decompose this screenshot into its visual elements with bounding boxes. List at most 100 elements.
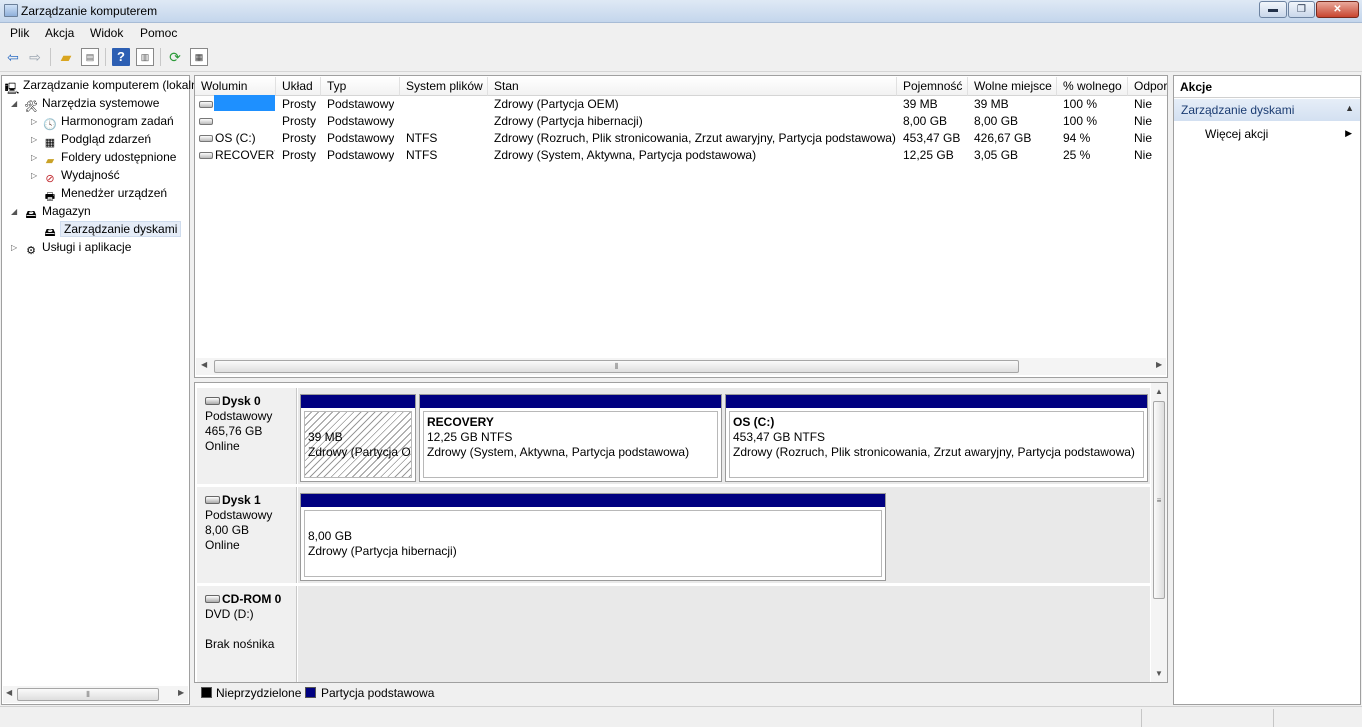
cell-status: Zdrowy (System, Aktywna, Partycja podsta… (494, 148, 757, 162)
scroll-down-icon[interactable]: ▼ (1155, 669, 1163, 678)
close-button[interactable]: ✕ (1316, 1, 1359, 18)
partition-size: 12,25 GB NTFS (427, 430, 513, 444)
menu-file[interactable]: Plik (10, 26, 29, 40)
tree-item-task-scheduler[interactable]: 🕓 Harmonogram zadań (42, 113, 174, 131)
cell-status: Zdrowy (Partycja hibernacji) (494, 114, 643, 128)
cell-filesystem: NTFS (406, 131, 438, 145)
clock-icon: 🕓 (43, 119, 57, 131)
disk-0-header[interactable]: Dysk 0 Podstawowy 465,76 GB Online (197, 388, 297, 484)
hard-disk-icon (205, 496, 220, 504)
volume-icon (199, 152, 213, 159)
table-row[interactable]: OS (C:) (199, 130, 275, 147)
partition-status: Zdrowy (System, Aktywna, Partycja podsta… (427, 445, 690, 459)
scrollbar-thumb[interactable]: ⦀ (17, 688, 159, 701)
partition-oem[interactable]: 39 MB Zdrowy (Partycja OEM) (300, 394, 416, 482)
disk-name: Dysk 1 (222, 493, 261, 507)
column-header-layout[interactable]: Układ (276, 77, 321, 96)
refresh-icon[interactable]: ⟳ (166, 48, 184, 66)
tree-item-storage[interactable]: 🖴 Magazyn (23, 203, 90, 221)
disk-size (205, 622, 296, 637)
tree-item-disk-management[interactable]: 🖴 Zarządzanie dyskami (42, 221, 182, 239)
disk-state: Brak nośnika (205, 637, 275, 651)
scroll-left-icon[interactable]: ◀ (201, 360, 207, 369)
toolbar-separator (50, 48, 51, 66)
toolbar: ⇦ ⇨ ▰ ▤ ? ▥ ⟳ ▦ (0, 43, 1362, 72)
collapse-up-icon[interactable]: ▲ (1345, 103, 1354, 113)
expand-arrow-icon[interactable]: ▷ (11, 243, 17, 252)
expand-arrow-icon[interactable]: ▷ (31, 117, 37, 126)
disk-view-vertical-scrollbar[interactable]: ▲ ≡ ▼ (1151, 383, 1167, 682)
table-row[interactable] (199, 113, 275, 130)
computer-management-icon (4, 4, 18, 17)
tree-item-event-viewer[interactable]: ▦ Podgląd zdarzeń (42, 131, 151, 149)
properties-icon[interactable]: ▦ (190, 48, 208, 66)
disk-state: Online (205, 439, 240, 453)
submenu-arrow-icon: ▶ (1345, 128, 1352, 138)
expand-arrow-icon[interactable]: ▷ (31, 135, 37, 144)
volume-icon (199, 101, 213, 108)
forward-arrow-icon[interactable]: ⇨ (26, 48, 44, 66)
up-folder-icon[interactable]: ▰ (57, 48, 75, 66)
scrollbar-thumb[interactable]: ⦀ (214, 360, 1019, 373)
expand-arrow-icon[interactable]: ▷ (31, 171, 37, 180)
tree-item-performance[interactable]: ⊘ Wydajność (42, 167, 119, 185)
tree-item-services-apps[interactable]: ⚙ Usługi i aplikacje (23, 239, 131, 257)
show-hide-tree-icon[interactable]: ▤ (81, 48, 99, 66)
column-header-capacity[interactable]: Pojemność (897, 77, 968, 96)
more-actions-item[interactable]: Więcej akcji ▶ (1174, 124, 1360, 144)
restore-button[interactable]: ❐ (1288, 1, 1315, 18)
performance-icon: ⊘ (45, 173, 55, 185)
cdrom-0-area (298, 586, 1150, 682)
cell-layout: Prosty (282, 131, 317, 145)
menu-help[interactable]: Pomoc (140, 26, 177, 40)
partition-details: OS (C:) 453,47 GB NTFS Zdrowy (Rozruch, … (729, 411, 1144, 478)
scroll-left-icon[interactable]: ◀ (6, 688, 12, 697)
column-header-percent-free[interactable]: % wolnego (1057, 77, 1128, 96)
cell-free-space: 426,67 GB (974, 131, 1032, 145)
tree-item-shared-folders[interactable]: ▰ Foldery udostępnione (42, 149, 177, 167)
show-hide-action-pane-icon[interactable]: ▥ (136, 48, 154, 66)
partition-type-bar (301, 395, 415, 408)
menu-action[interactable]: Akcja (45, 26, 74, 40)
column-header-fault-tolerance[interactable]: Odpor (1128, 77, 1167, 96)
actions-section-disk-management[interactable]: Zarządzanie dyskami ▲ (1174, 99, 1360, 121)
expand-arrow-icon[interactable]: ▷ (31, 153, 37, 162)
tree-item-root[interactable]: 🖳 Zarządzanie komputerem (lokalny) (4, 77, 208, 95)
tree-item-system-tools[interactable]: 🛠 Narzędzia systemowe (23, 95, 159, 113)
volume-list-horizontal-scrollbar[interactable]: ◀ ⦀ ▶ (196, 358, 1166, 375)
tree-horizontal-scrollbar[interactable]: ◀ ⦀ ▶ (3, 686, 188, 703)
scroll-right-icon[interactable]: ▶ (1156, 360, 1162, 369)
legend-swatch-unallocated (201, 687, 212, 698)
column-header-filesystem[interactable]: System plików (400, 77, 488, 96)
column-header-volume[interactable]: Wolumin (195, 77, 276, 96)
cell-percent-free: 100 % (1063, 114, 1098, 128)
disk-1-header[interactable]: Dysk 1 Podstawowy 8,00 GB Online (197, 487, 297, 583)
cell-capacity: 12,25 GB (903, 148, 954, 162)
minimize-button[interactable]: ▬ (1259, 1, 1287, 18)
table-row[interactable]: RECOVERY (199, 147, 275, 164)
disk-1-partitions: 8,00 GB Zdrowy (Partycja hibernacji) (298, 487, 1150, 583)
menu-bar: Plik Akcja Widok Pomoc (0, 23, 1362, 43)
cdrom-0-header[interactable]: CD-ROM 0 DVD (D:) Brak nośnika (197, 586, 297, 682)
scrollbar-thumb[interactable]: ≡ (1153, 401, 1165, 599)
help-icon[interactable]: ? (112, 48, 130, 66)
scroll-right-icon[interactable]: ▶ (178, 688, 184, 697)
partition-os-c[interactable]: OS (C:) 453,47 GB NTFS Zdrowy (Rozruch, … (725, 394, 1148, 482)
legend-swatch-primary (305, 687, 316, 698)
back-arrow-icon[interactable]: ⇦ (4, 48, 22, 66)
column-header-free-space[interactable]: Wolne miejsce (968, 77, 1057, 96)
disk-0-partitions: 39 MB Zdrowy (Partycja OEM) RECOVERY 12,… (298, 388, 1150, 484)
menu-view[interactable]: Widok (90, 26, 123, 40)
collapse-arrow-icon[interactable]: ◢ (11, 99, 17, 108)
partition-type-bar (726, 395, 1147, 408)
scroll-up-icon[interactable]: ▲ (1155, 387, 1163, 396)
partition-size: 453,47 GB NTFS (733, 430, 826, 444)
partition-hibernation[interactable]: 8,00 GB Zdrowy (Partycja hibernacji) (300, 493, 886, 581)
column-header-status[interactable]: Stan (488, 77, 897, 96)
column-header-type[interactable]: Typ (321, 77, 400, 96)
shared-folder-icon: ▰ (45, 155, 55, 167)
partition-recovery[interactable]: RECOVERY 12,25 GB NTFS Zdrowy (System, A… (419, 394, 722, 482)
collapse-arrow-icon[interactable]: ◢ (11, 207, 17, 216)
disk-size: 465,76 GB (205, 424, 263, 438)
tree-item-device-manager[interactable]: 🖶 Menedżer urządzeń (42, 185, 167, 203)
